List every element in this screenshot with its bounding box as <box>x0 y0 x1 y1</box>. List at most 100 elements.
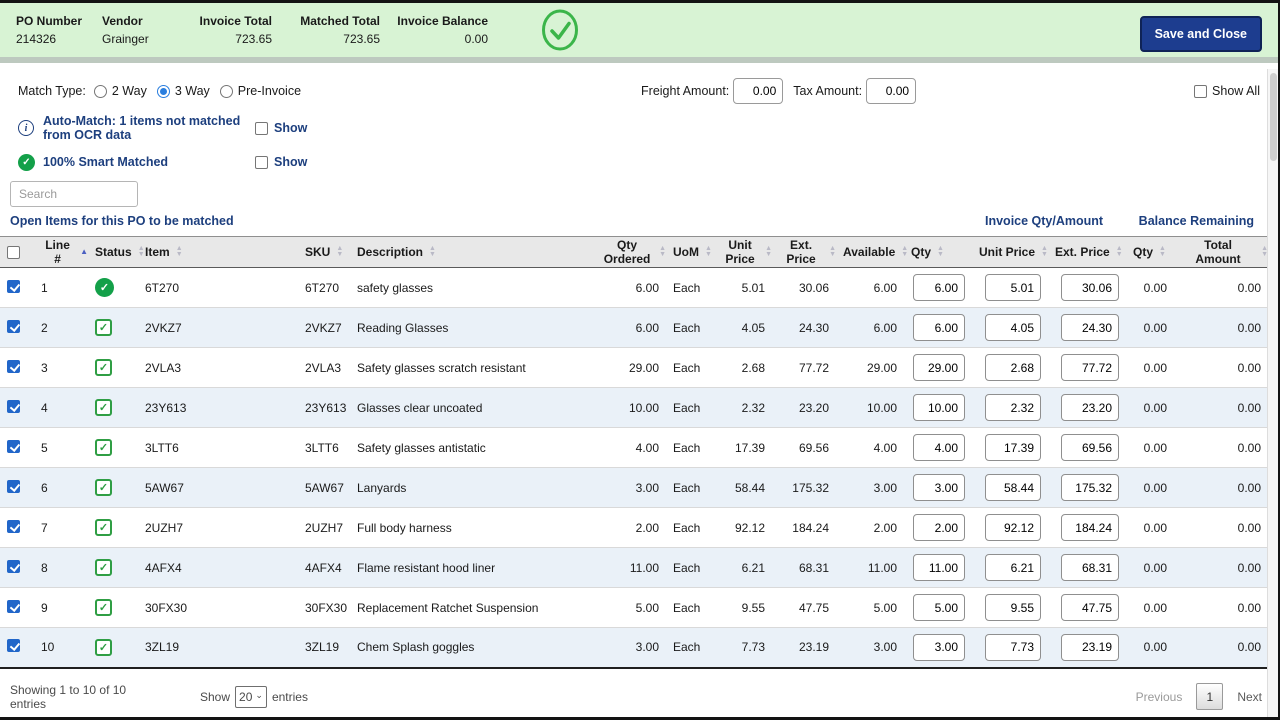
column-header-invoice-qty[interactable]: Qty ▲ ▼ <box>904 236 972 268</box>
invoice-qty-input[interactable] <box>913 314 965 341</box>
sort-icon[interactable]: ▲ ▼ <box>705 245 712 258</box>
invoice-unit-price-input[interactable] <box>985 434 1041 461</box>
radio-3-way[interactable]: 3 Way <box>156 84 210 98</box>
column-header-balance-total[interactable]: Total Amount ▲ ▼ <box>1174 236 1268 268</box>
column-header-status[interactable]: Status ▲ ▼ <box>88 236 145 268</box>
column-header-uom[interactable]: UoM ▲ ▼ <box>666 236 714 268</box>
invoice-qty-input[interactable] <box>913 554 965 581</box>
cell-select[interactable] <box>0 547 34 588</box>
invoice-unit-price-input[interactable] <box>985 314 1041 341</box>
scrollbar-thumb[interactable] <box>1270 73 1277 161</box>
column-header-qty-ordered[interactable]: Qty Ordered ▲ ▼ <box>594 236 666 268</box>
cell-select[interactable] <box>0 267 34 308</box>
row-select-checkbox[interactable] <box>7 399 20 413</box>
sort-icon[interactable]: ▲ ▼ <box>1159 245 1166 258</box>
invoice-unit-price-input[interactable] <box>985 514 1041 541</box>
freight-amount-input[interactable] <box>733 78 784 104</box>
invoice-qty-input[interactable] <box>913 274 965 301</box>
column-header-description[interactable]: Description ▲ ▼ <box>350 236 594 268</box>
column-header-item[interactable]: Item ▲ ▼ <box>138 236 298 268</box>
column-header-ext-price[interactable]: Ext. Price ▲ ▼ <box>772 236 836 268</box>
invoice-unit-price-input[interactable] <box>985 554 1041 581</box>
invoice-qty-input[interactable] <box>913 633 965 661</box>
show-all-control[interactable]: Show All <box>1194 84 1260 98</box>
row-select-checkbox[interactable] <box>7 319 20 333</box>
smart-matched-show-checkbox[interactable] <box>255 155 268 169</box>
invoice-qty-input[interactable] <box>913 354 965 381</box>
column-header-invoice-unit-price[interactable]: Unit Price ▲ ▼ <box>972 236 1048 268</box>
cell-select[interactable] <box>0 507 34 548</box>
column-header-sku[interactable]: SKU ▲ ▼ <box>298 236 350 268</box>
radio-2-way[interactable]: 2 Way <box>93 84 147 98</box>
column-header-invoice-ext-price[interactable]: Ext. Price ▲ ▼ <box>1048 236 1126 268</box>
sort-icon[interactable]: ▲ ▼ <box>937 245 944 258</box>
column-header-unit-price[interactable]: Unit Price ▲ ▼ <box>714 236 772 268</box>
row-select-checkbox[interactable] <box>7 639 20 653</box>
invoice-qty-input[interactable] <box>913 514 965 541</box>
invoice-unit-price-input[interactable] <box>985 633 1041 661</box>
invoice-ext-price-input[interactable] <box>1061 554 1119 581</box>
invoice-ext-price-input[interactable] <box>1061 274 1119 301</box>
cell-select[interactable] <box>0 387 34 428</box>
vertical-scrollbar[interactable] <box>1267 69 1278 717</box>
invoice-qty-input[interactable] <box>913 394 965 421</box>
invoice-ext-price-input[interactable] <box>1061 394 1119 421</box>
invoice-ext-price-input[interactable] <box>1061 514 1119 541</box>
invoice-unit-price-input[interactable] <box>985 394 1041 421</box>
invoice-ext-price-input[interactable] <box>1061 633 1119 661</box>
search-input[interactable] <box>10 181 138 207</box>
previous-page-button[interactable]: Previous <box>1136 690 1183 704</box>
sort-icon[interactable]: ▲ ▼ <box>1041 245 1048 258</box>
radio-pre-invoice[interactable]: Pre-Invoice <box>219 84 301 98</box>
save-and-close-button[interactable]: Save and Close <box>1139 16 1262 52</box>
invoice-ext-price-input[interactable] <box>1061 474 1119 501</box>
cell-select[interactable] <box>0 307 34 348</box>
sort-icon[interactable]: ▲ <box>80 248 88 256</box>
invoice-ext-price-input[interactable] <box>1061 354 1119 381</box>
row-select-checkbox[interactable] <box>7 599 20 613</box>
select-all-checkbox-icon[interactable] <box>7 245 20 259</box>
sort-icon[interactable]: ▲ ▼ <box>659 245 666 258</box>
select-all-checkbox[interactable] <box>0 236 34 268</box>
cell-select[interactable] <box>0 347 34 388</box>
invoice-qty-input[interactable] <box>913 474 965 501</box>
sort-icon[interactable]: ▲ ▼ <box>765 245 772 258</box>
automatch-show-checkbox[interactable] <box>255 121 268 135</box>
row-select-checkbox[interactable] <box>7 479 20 493</box>
sort-icon[interactable]: ▲ ▼ <box>829 245 836 258</box>
row-select-checkbox[interactable] <box>7 559 20 573</box>
invoice-unit-price-input[interactable] <box>985 274 1041 301</box>
show-all-checkbox[interactable] <box>1194 84 1208 98</box>
sort-icon[interactable]: ▲ ▼ <box>176 245 183 258</box>
invoice-ext-price-input[interactable] <box>1061 314 1119 341</box>
cell-select[interactable] <box>0 427 34 468</box>
sort-icon[interactable]: ▲ ▼ <box>901 245 908 258</box>
sort-icon[interactable]: ▲ ▼ <box>429 245 436 258</box>
column-header-available[interactable]: Available ▲ ▼ <box>836 236 908 268</box>
sort-icon[interactable]: ▲ ▼ <box>138 245 145 258</box>
cell-select[interactable] <box>0 467 34 508</box>
invoice-ext-price-input[interactable] <box>1061 434 1119 461</box>
radio-pre-invoice-icon[interactable] <box>219 84 233 98</box>
invoice-ext-price-input[interactable] <box>1061 594 1119 621</box>
cell-select[interactable] <box>0 627 34 669</box>
row-select-checkbox[interactable] <box>7 279 20 293</box>
page-1-button[interactable]: 1 <box>1196 683 1224 710</box>
radio-3-way-icon[interactable] <box>156 84 170 98</box>
invoice-qty-input[interactable] <box>913 594 965 621</box>
sort-icon[interactable]: ▲ ▼ <box>1116 245 1123 258</box>
invoice-qty-input[interactable] <box>913 434 965 461</box>
column-header-line-number[interactable]: Line # ▲ <box>34 236 88 268</box>
cell-select[interactable] <box>0 587 34 628</box>
sort-icon[interactable]: ▲ ▼ <box>336 245 343 258</box>
radio-2-way-icon[interactable] <box>93 84 107 98</box>
invoice-unit-price-input[interactable] <box>985 474 1041 501</box>
invoice-unit-price-input[interactable] <box>985 594 1041 621</box>
next-page-button[interactable]: Next <box>1237 690 1262 704</box>
column-header-balance-qty[interactable]: Qty ▲ ▼ <box>1126 236 1174 268</box>
row-select-checkbox[interactable] <box>7 519 20 533</box>
invoice-unit-price-input[interactable] <box>985 354 1041 381</box>
row-select-checkbox[interactable] <box>7 359 20 373</box>
page-size-select[interactable]: 20 ⌄ <box>235 685 267 708</box>
row-select-checkbox[interactable] <box>7 439 20 453</box>
